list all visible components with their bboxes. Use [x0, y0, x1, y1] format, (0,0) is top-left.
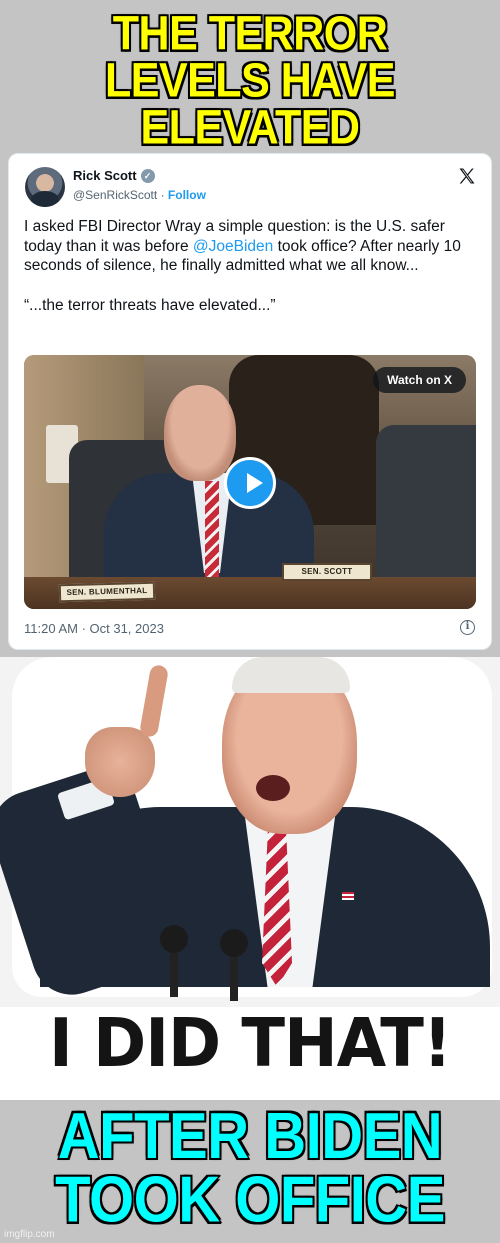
meme-text: I DID THAT!	[48, 1005, 452, 1083]
chair-image	[376, 425, 476, 585]
bottom-caption-line2: TOOK OFFICE	[54, 1163, 447, 1237]
avatar[interactable]	[25, 167, 65, 207]
senator-head-image	[164, 385, 236, 481]
play-icon[interactable]	[224, 457, 276, 509]
mouth-image	[256, 775, 290, 801]
mention-link[interactable]: @JoeBiden	[193, 238, 273, 255]
info-icon[interactable]: i	[460, 620, 475, 635]
video-player[interactable]: SEN. BLUMENTHAL SEN. SCOTT Watch on X	[24, 355, 476, 609]
microphone-icon	[160, 925, 188, 953]
hair-image	[232, 657, 350, 693]
top-caption: THE TERROR LEVELS HAVE ELEVATED	[0, 7, 500, 156]
watermark: imgflip.com	[4, 1229, 55, 1240]
nameplate-scott: SEN. SCOTT	[282, 563, 372, 581]
author-handle[interactable]: @SenRickScott	[73, 188, 157, 202]
microphone-stand	[230, 951, 238, 1001]
separator: ·	[160, 188, 165, 202]
tweet-card[interactable]: Rick Scott ✓ @SenRickScott · Follow I as…	[8, 153, 492, 650]
bottom-caption: AFTER BIDEN TOOK OFFICE	[0, 1099, 500, 1237]
follow-button[interactable]: Follow	[168, 188, 206, 202]
top-caption-line1: THE TERROR	[112, 7, 390, 61]
tweet-text: I asked FBI Director Wray a simple quest…	[24, 217, 479, 335]
tweet-quote: “...the terror threats have elevated...”	[24, 296, 276, 314]
tweet-body: I asked FBI Director Wray a simple quest…	[24, 217, 479, 276]
x-logo-icon[interactable]	[457, 166, 477, 186]
flag-pin-icon	[342, 892, 354, 900]
bottom-caption-line1: AFTER BIDEN	[57, 1099, 444, 1173]
author-name[interactable]: Rick Scott	[73, 168, 137, 183]
microphone-stand	[170, 947, 178, 997]
hand-image	[85, 727, 155, 797]
watch-on-x-button[interactable]: Watch on X	[373, 367, 466, 393]
nameplate-blumenthal: SEN. BLUMENTHAL	[58, 581, 156, 603]
tweet-timestamp[interactable]: 11:20 AM · Oct 31, 2023	[24, 621, 164, 636]
microphone-icon	[220, 929, 248, 957]
tie-image	[205, 481, 219, 581]
verified-check-icon: ✓	[140, 168, 155, 183]
author-row: Rick Scott ✓	[73, 168, 155, 183]
meme-panel: I DID THAT!	[0, 657, 500, 1100]
top-caption-line2: LEVELS HAVE ELEVATED	[104, 54, 397, 156]
handle-row: @SenRickScott · Follow	[73, 188, 206, 202]
